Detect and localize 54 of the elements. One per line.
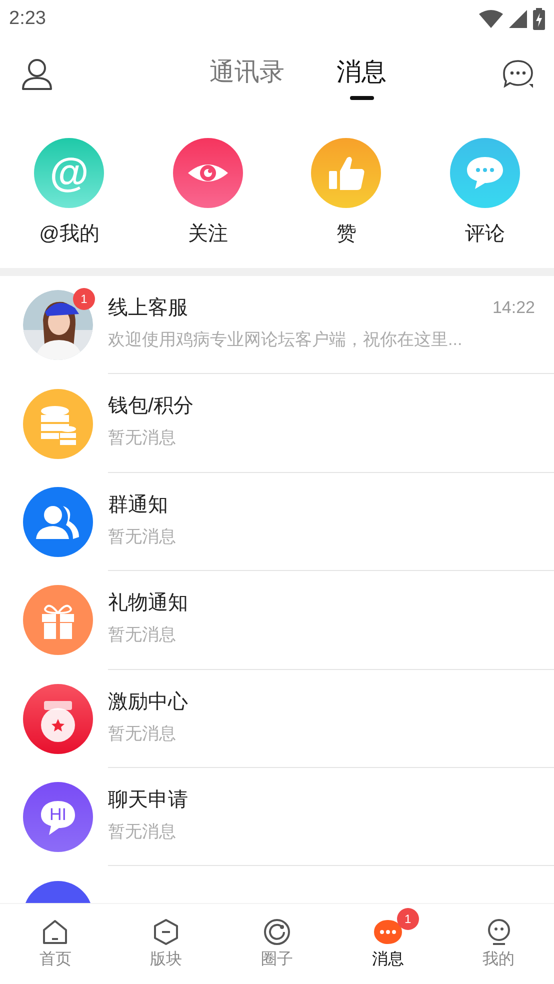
header-tab[interactable]: 通讯录 <box>210 54 284 100</box>
message-preview: 暂无消息 <box>108 624 177 646</box>
message-row[interactable]: 激励中心 暂无消息 <box>0 670 554 768</box>
nav-label: 消息 <box>372 950 404 970</box>
shortcut-label[interactable]: 关注 <box>188 222 228 246</box>
battery-icon <box>533 8 545 30</box>
thumbs-up-icon[interactable] <box>311 138 382 208</box>
message-title: 聊天申请 <box>108 788 188 813</box>
shortcut-label[interactable]: 评论 <box>464 222 505 246</box>
message-row[interactable]: 群通知 暂无消息 <box>0 472 554 572</box>
gift-icon <box>23 585 93 656</box>
nav-label: 版块 <box>150 950 182 970</box>
hexagon-icon <box>152 918 180 946</box>
message-time: 14:22 <box>492 297 535 320</box>
message-title: 激励中心 <box>108 690 188 715</box>
message-title: 群通知 <box>108 492 168 518</box>
profile-icon[interactable] <box>20 57 54 91</box>
message-row[interactable]: 礼物通知 暂无消息 <box>0 571 554 670</box>
people-icon <box>23 486 93 557</box>
message-row[interactable]: 钱包/积分 暂无消息 <box>0 374 554 473</box>
coins-icon <box>23 388 93 459</box>
status-time: 2:23 <box>9 6 46 31</box>
chat-dots-icon <box>372 918 403 946</box>
shortcut-label[interactable]: 赞 <box>336 222 356 246</box>
wifi-icon <box>479 10 503 28</box>
nav-tab[interactable]: 首页 <box>0 904 111 984</box>
message-title: 礼物通知 <box>108 591 188 616</box>
message-row[interactable]: HI 聊天申请 暂无消息 <box>0 768 554 866</box>
home-icon <box>41 918 70 946</box>
medal-icon <box>23 684 93 754</box>
message-preview: 暂无消息 <box>108 820 177 843</box>
nav-tab[interactable]: 1 消息 <box>332 904 444 984</box>
message-title: 线上客服 <box>108 296 188 321</box>
nav-tab[interactable]: 圈子 <box>222 904 332 984</box>
nav-label: 首页 <box>39 950 72 970</box>
nav-label: 我的 <box>482 950 515 970</box>
message-preview: 欢迎使用鸡病专业网论坛客户端，祝你在这里... <box>108 329 464 351</box>
nav-tab[interactable]: 我的 <box>443 904 554 984</box>
shortcut-label[interactable]: @我的 <box>39 222 100 246</box>
message-title: 钱包/积分 <box>108 394 194 420</box>
nav-badge: 1 <box>396 908 419 930</box>
header-tab[interactable]: 消息 <box>336 54 386 100</box>
ring-icon <box>262 918 291 946</box>
nav-tab[interactable]: 版块 <box>110 904 222 984</box>
nav-label: 圈子 <box>260 950 293 970</box>
message-preview: 暂无消息 <box>108 427 177 450</box>
message-row[interactable]: 1 线上客服 14:22 欢迎使用鸡病专业网论坛客户端，祝你在这里... <box>0 276 554 374</box>
message-preview: 暂无消息 <box>108 722 177 745</box>
hi-bubble-icon: HI <box>23 782 93 852</box>
signal-icon <box>509 10 527 28</box>
unread-badge: 1 <box>73 288 95 310</box>
message-preview: 暂无消息 <box>108 526 177 548</box>
chat-bubble-icon[interactable] <box>502 59 534 89</box>
eye-icon[interactable] <box>172 138 243 208</box>
